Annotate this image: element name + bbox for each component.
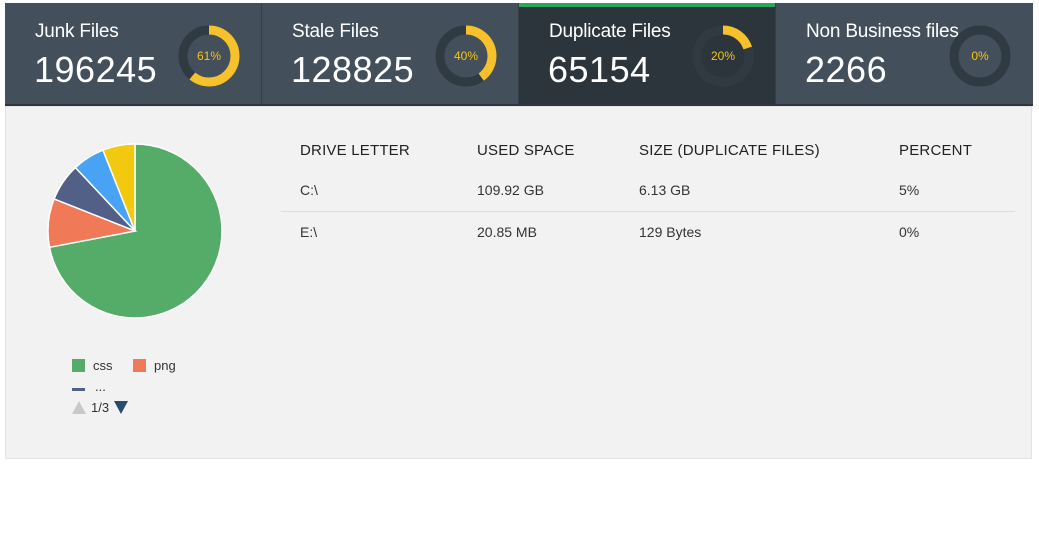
legend-item-css[interactable]: css: [72, 358, 113, 373]
cell-drive-letter: E:\: [300, 224, 318, 240]
progress-percent: 20%: [710, 49, 736, 63]
legend-item-png[interactable]: png: [133, 358, 176, 373]
card-junk-files[interactable]: Junk Files 196245 61%: [5, 3, 262, 104]
column-header-size: SIZE (DUPLICATE FILES): [639, 142, 820, 159]
cell-size: 6.13 GB: [639, 182, 691, 198]
legend-page-indicator: 1/3: [91, 400, 110, 415]
progress-percent: 61%: [196, 49, 222, 63]
cell-used-space: 109.92 GB: [477, 182, 544, 198]
cell-percent: 0%: [899, 224, 920, 240]
table-row[interactable]: C:\ 109.92 GB 6.13 GB 5%: [281, 169, 1015, 212]
column-header-drive-letter: DRIVE LETTER: [300, 142, 410, 159]
cell-used-space: 20.85 MB: [477, 224, 537, 240]
card-count: 196245: [34, 49, 158, 90]
card-count: 2266: [805, 49, 888, 90]
card-stale-files[interactable]: Stale Files 128825 40%: [262, 3, 519, 104]
column-header-used-space: USED SPACE: [477, 142, 575, 159]
table-row[interactable]: E:\ 20.85 MB 129 Bytes 0%: [281, 211, 1015, 253]
legend-label: ...: [95, 379, 106, 394]
legend-label: css: [93, 358, 113, 373]
cell-percent: 5%: [899, 182, 920, 198]
legend-swatch: [72, 388, 85, 391]
legend-swatch: [133, 359, 146, 372]
legend-prev-arrow-icon[interactable]: [72, 401, 86, 414]
card-count: 128825: [291, 49, 415, 90]
card-title: Stale Files: [292, 21, 379, 42]
card-duplicate-files[interactable]: Duplicate Files 65154 20%: [519, 3, 776, 104]
summary-cards: Junk Files 196245 61% Stale Files 128825…: [5, 3, 1033, 106]
card-title: Duplicate Files: [549, 21, 671, 42]
file-type-pie-chart: [47, 143, 223, 319]
progress-percent: 40%: [453, 49, 479, 63]
card-title: Junk Files: [35, 21, 119, 42]
card-non-business-files[interactable]: Non Business files 2266 0%: [776, 3, 1033, 104]
cell-drive-letter: C:\: [300, 182, 318, 198]
legend-item-more[interactable]: ...: [72, 379, 106, 394]
legend-next-arrow-icon[interactable]: [114, 401, 129, 414]
column-header-percent: PERCENT: [899, 142, 973, 159]
cell-size: 129 Bytes: [639, 224, 702, 240]
legend-swatch: [72, 359, 85, 372]
legend-label: png: [154, 358, 176, 373]
progress-percent: 0%: [971, 49, 989, 63]
legend-pager: 1/3: [72, 400, 129, 415]
card-count: 65154: [548, 49, 651, 90]
card-title: Non Business files: [806, 21, 959, 42]
